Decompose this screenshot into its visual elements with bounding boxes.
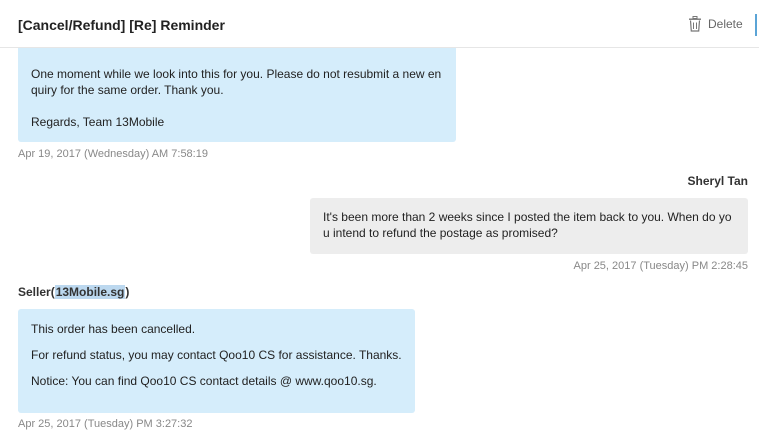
message-text: Notice: You can find Qoo10 CS contact de… <box>31 374 377 388</box>
seller-label: Seller(13Mobile.sg) <box>18 285 129 299</box>
message-header: [Cancel/Refund] [Re] Reminder Delete <box>0 0 759 48</box>
trash-icon <box>689 16 701 32</box>
message-text: Regards, Team 13Mobile <box>31 115 165 129</box>
message-text: This order has been cancelled. <box>31 322 196 336</box>
seller-name: 13Mobile.sg <box>54 285 126 299</box>
delete-label: Delete <box>708 17 743 31</box>
message-text: One moment while we look into this for y… <box>31 67 442 81</box>
message-timestamp: Apr 25, 2017 (Tuesday) PM 3:27:32 <box>18 418 193 430</box>
page-title: [Cancel/Refund] [Re] Reminder <box>18 17 225 33</box>
scrollbar[interactable] <box>755 14 757 36</box>
seller-message-bubble: One moment while we look into this for y… <box>18 48 456 142</box>
message-timestamp: Apr 25, 2017 (Tuesday) PM 2:28:45 <box>573 260 748 272</box>
message-timestamp: Apr 19, 2017 (Wednesday) AM 7:58:19 <box>18 148 208 160</box>
message-text: u intend to refund the postage as promis… <box>323 226 558 240</box>
message-text: It's been more than 2 weeks since I post… <box>323 210 732 224</box>
message-text: quiry for the same order. Thank you. <box>31 83 224 97</box>
seller-suffix: ) <box>125 285 130 299</box>
buyer-name: Sheryl Tan <box>687 174 748 188</box>
buyer-message-bubble: It's been more than 2 weeks since I post… <box>310 198 748 254</box>
seller-message-bubble: This order has been cancelled. For refun… <box>18 309 415 413</box>
seller-prefix: Seller( <box>18 285 55 299</box>
delete-button[interactable]: Delete <box>688 16 743 32</box>
message-text: For refund status, you may contact Qoo10… <box>31 348 402 362</box>
